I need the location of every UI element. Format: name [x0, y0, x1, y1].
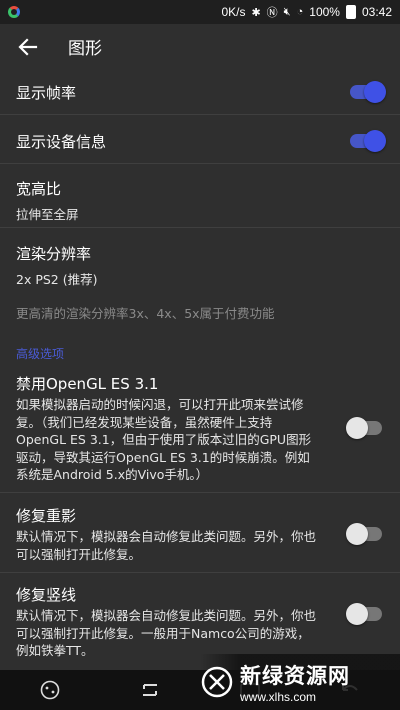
watermark-url: www.xlhs.com	[240, 690, 317, 704]
back-arrow-icon[interactable]	[18, 37, 38, 57]
setting-aspect-ratio[interactable]: 宽高比 拉伸至全屏	[0, 163, 400, 227]
toggle-knob	[346, 603, 368, 625]
setting-label: 渲染分辨率	[16, 245, 92, 263]
disable-gles31-toggle[interactable]	[346, 417, 382, 439]
setting-value: 2x PS2 (推荐)	[16, 272, 98, 287]
setting-show-device-info[interactable]: 显示设备信息	[0, 114, 400, 163]
app-notification-icon	[8, 6, 20, 18]
setting-label: 禁用OpenGL ES 3.1	[16, 375, 159, 393]
setting-description: 默认情况下，模拟器会自动修复此类问题。另外，你也可以强制打开此修复。	[16, 529, 317, 562]
premium-note: 更高清的渲染分辨率3x、4x、5x属于付费功能	[16, 306, 275, 321]
setting-disable-gles31[interactable]: 禁用OpenGL ES 3.1 如果模拟器启动的时候闪退，可以打开此项来尝试修复…	[0, 367, 400, 492]
fix-vertical-lines-toggle[interactable]	[346, 603, 382, 625]
toggle-knob	[364, 130, 386, 152]
nfc-icon: Ⓝ	[266, 7, 278, 19]
section-header: 高级选项	[16, 347, 65, 361]
setting-description: 默认情况下，模拟器会自动修复此类问题。另外，你也可以强制打开此修复。一般用于Na…	[16, 608, 317, 658]
game-tools-icon[interactable]	[34, 674, 66, 706]
battery-percent: 100%	[309, 5, 340, 19]
app-toolbar: 图形	[0, 24, 400, 69]
setting-fix-vertical-lines[interactable]: 修复竖线 默认情况下，模拟器会自动修复此类问题。另外，你也可以强制打开此修复。一…	[0, 572, 400, 664]
watermark-logo-icon	[201, 666, 233, 698]
setting-value: 拉伸至全屏	[16, 207, 79, 222]
setting-label: 修复重影	[16, 507, 77, 525]
status-bar: 0K/s ✱ Ⓝ 🔇︎ ◔ 100% 03:42	[0, 0, 400, 24]
settings-list: 显示帧率 显示设备信息 宽高比 拉伸至全屏 渲染分辨率 2x PS2 (推荐) …	[0, 69, 400, 664]
watermark-name: 新绿资源网	[240, 664, 350, 688]
watermark: 新绿资源网 www.xlhs.com	[200, 654, 400, 710]
wifi-icon: ◔	[296, 6, 304, 18]
toggle-knob	[346, 523, 368, 545]
setting-label: 显示设备信息	[16, 133, 107, 151]
bluetooth-icon: ✱	[251, 6, 261, 19]
toggle-knob	[364, 81, 386, 103]
page-title: 图形	[68, 39, 102, 59]
advanced-section: 高级选项	[0, 335, 400, 367]
clock: 03:42	[361, 5, 392, 19]
setting-label: 修复竖线	[16, 586, 77, 604]
network-speed: 0K/s	[221, 5, 246, 19]
battery-icon	[345, 5, 356, 19]
premium-note-row: 更高清的渲染分辨率3x、4x、5x属于付费功能	[0, 289, 400, 335]
setting-render-resolution[interactable]: 渲染分辨率 2x PS2 (推荐)	[0, 227, 400, 289]
setting-description: 如果模拟器启动的时候闪退，可以打开此项来尝试修复。（我们已经发现某些设备，虽然硬…	[16, 397, 312, 482]
recent-apps-icon[interactable]	[134, 674, 166, 706]
setting-label: 显示帧率	[16, 84, 77, 102]
show-device-info-toggle[interactable]	[350, 130, 386, 152]
fix-ghosting-toggle[interactable]	[346, 523, 382, 545]
show-fps-toggle[interactable]	[350, 81, 386, 103]
setting-fix-ghosting[interactable]: 修复重影 默认情况下，模拟器会自动修复此类问题。另外，你也可以强制打开此修复。	[0, 492, 400, 572]
mute-icon: 🔇︎	[283, 5, 291, 18]
setting-label: 宽高比	[16, 180, 62, 198]
setting-show-fps[interactable]: 显示帧率	[0, 69, 400, 114]
toggle-knob	[346, 417, 368, 439]
